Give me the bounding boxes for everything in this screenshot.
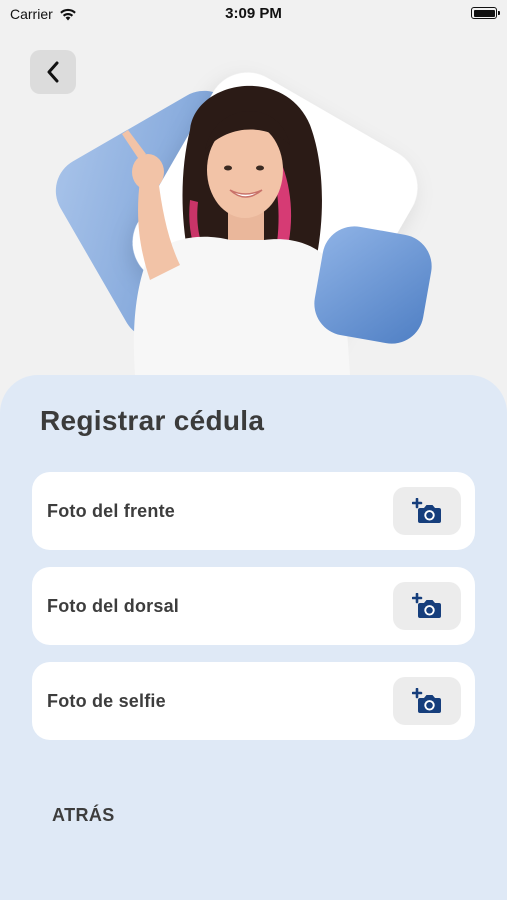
atras-button[interactable]: ATRÁS (52, 805, 115, 826)
status-bar: Carrier 3:09 PM (0, 0, 507, 28)
add-camera-icon (412, 688, 441, 713)
photo-row-back[interactable]: Foto del dorsal (32, 567, 475, 645)
photo-row-label: Foto del frente (47, 500, 175, 521)
add-camera-icon (412, 498, 441, 523)
photo-row-label: Foto de selfie (47, 690, 166, 711)
status-time: 3:09 PM (225, 5, 282, 22)
woman-pointing-illustration (55, 72, 432, 375)
hero-illustration (40, 60, 470, 390)
add-photo-back-button[interactable] (393, 582, 461, 630)
photo-row-label: Foto del dorsal (47, 595, 180, 616)
add-photo-front-button[interactable] (393, 487, 461, 535)
photo-row-front[interactable]: Foto del frente (32, 472, 475, 550)
page-title: Registrar cédula (40, 405, 265, 436)
photo-row-selfie[interactable]: Foto de selfie (32, 662, 475, 740)
add-camera-icon (412, 593, 441, 618)
battery-icon (471, 7, 500, 19)
add-photo-selfie-button[interactable] (393, 677, 461, 725)
